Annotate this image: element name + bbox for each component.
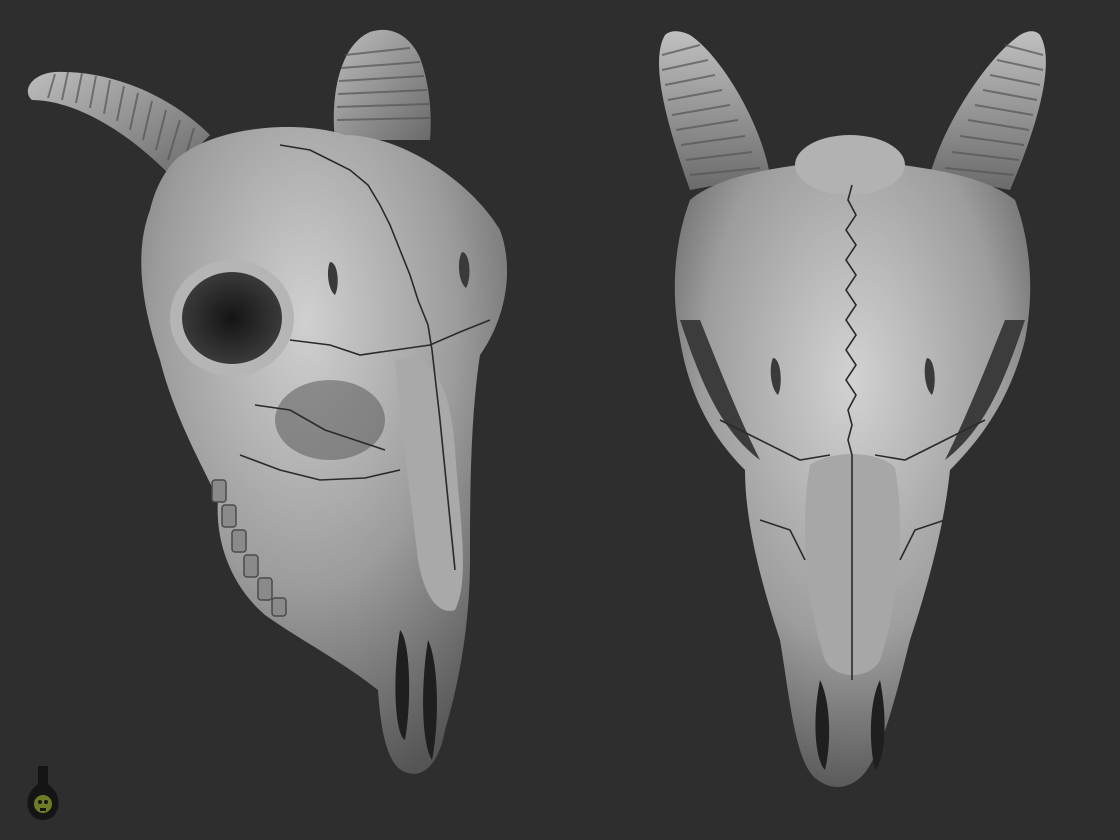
occipital-dome [795,135,905,195]
right-horn [930,31,1046,190]
goat-skull-front-render [659,31,1046,787]
eye-socket [170,260,294,376]
goat-skull-three-quarter-render [27,29,508,774]
left-horn [659,31,770,190]
cheek-hollow [275,380,385,460]
skull-flask-icon [27,766,59,820]
right-horn [333,29,431,140]
